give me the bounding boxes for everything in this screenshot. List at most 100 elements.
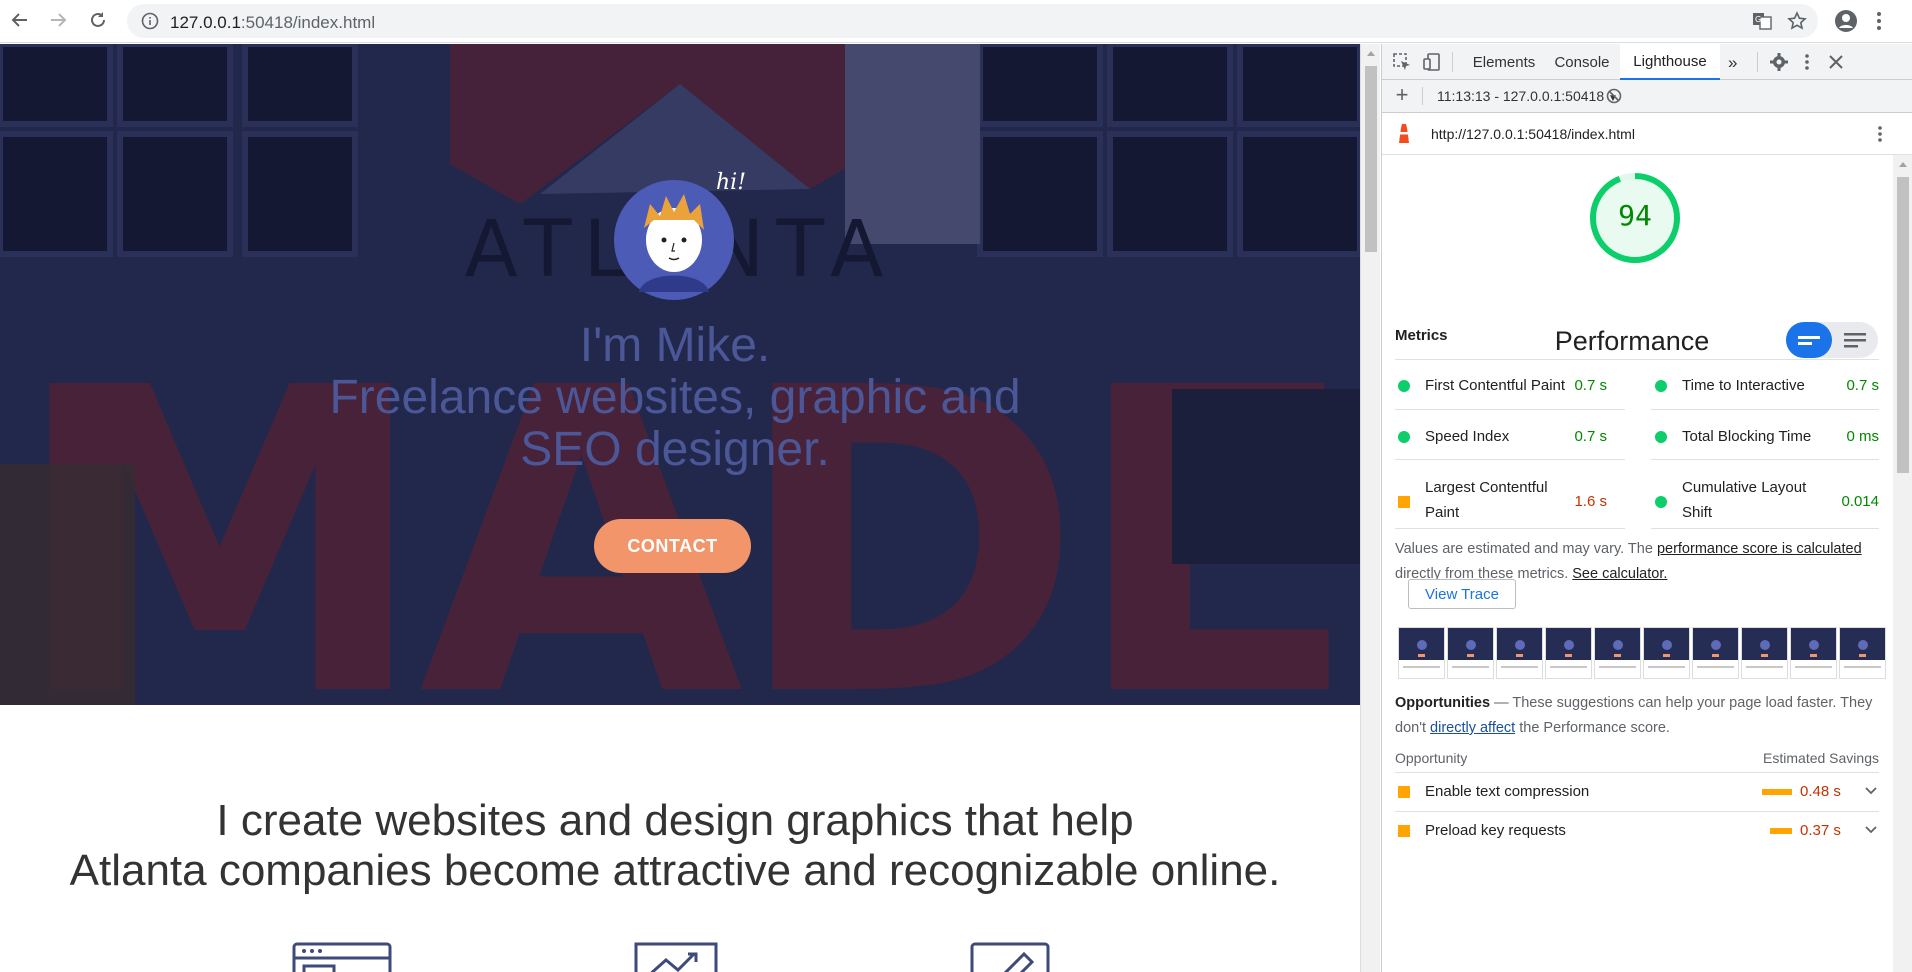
metric-value: 0 ms xyxy=(1846,428,1879,445)
tab-divider xyxy=(1422,87,1423,105)
divider xyxy=(1395,409,1625,410)
filmstrip-frame xyxy=(1594,627,1641,679)
page-scrollbar-thumb[interactable] xyxy=(1365,66,1377,252)
chevron-down-icon[interactable] xyxy=(1864,823,1878,842)
opportunity-name: Enable text compression xyxy=(1425,783,1590,800)
compact-view-icon[interactable] xyxy=(1786,322,1832,358)
about-line: I create websites and design graphics th… xyxy=(216,796,1134,845)
opportunity-column-header: Opportunity xyxy=(1395,750,1468,766)
opportunity-savings: 0.48 s xyxy=(1800,783,1841,800)
savings-bar xyxy=(1762,789,1792,795)
chevron-down-icon[interactable] xyxy=(1864,784,1878,803)
filmstrip-frame xyxy=(1643,627,1690,679)
settings-gear-icon[interactable] xyxy=(1769,52,1789,77)
contact-button[interactable]: CONTACT xyxy=(594,519,751,573)
tab-elements[interactable]: Elements xyxy=(1464,44,1544,80)
info-icon[interactable] xyxy=(141,12,159,35)
metrics-title: Metrics xyxy=(1395,327,1448,344)
more-vert-icon[interactable] xyxy=(1875,10,1883,37)
metric-name: First Contentful Paint xyxy=(1425,377,1566,394)
report-session-select[interactable]: 11:13:13 - 127.0.0.1:50418 ▼ xyxy=(1437,88,1618,104)
metric-value: 0.7 s xyxy=(1846,377,1879,394)
new-report-plus-icon[interactable]: + xyxy=(1391,84,1413,107)
savings-column-header: Estimated Savings xyxy=(1763,750,1879,766)
address-bar[interactable]: 127.0.0.1:50418/index.html G xyxy=(127,4,1818,38)
directly-affect-link[interactable]: directly affect xyxy=(1430,720,1515,736)
divider xyxy=(1395,459,1625,460)
devtools-tabbar: Elements Console Lighthouse » xyxy=(1382,44,1912,80)
translate-icon[interactable]: G xyxy=(1752,12,1772,35)
see-calculator-link[interactable]: See calculator. xyxy=(1572,566,1667,582)
account-icon[interactable] xyxy=(1834,9,1858,38)
tab-console[interactable]: Console xyxy=(1546,44,1618,80)
reload-icon[interactable] xyxy=(86,8,110,32)
opportunity-row[interactable]: Enable text compression 0.48 s xyxy=(1382,773,1893,811)
expanded-view-icon[interactable] xyxy=(1832,322,1878,358)
opportunities-title: Opportunities xyxy=(1395,695,1491,711)
report-scrollbar-thumb[interactable] xyxy=(1897,177,1909,473)
opportunity-name: Preload key requests xyxy=(1425,822,1566,839)
tab-divider xyxy=(1757,52,1758,72)
metric-value: 0.7 s xyxy=(1574,428,1607,445)
hero-headline: I'm Mike. Freelance websites, graphic an… xyxy=(0,320,1350,476)
pass-indicator-icon xyxy=(1655,380,1667,392)
filmstrip-frame xyxy=(1545,627,1592,679)
website-service-icon xyxy=(292,942,392,972)
more-tabs-icon[interactable]: » xyxy=(1728,53,1737,73)
pass-indicator-icon xyxy=(1398,380,1410,392)
about-heading: I create websites and design graphics th… xyxy=(0,796,1350,896)
tab-divider xyxy=(1452,52,1453,72)
divider xyxy=(1395,359,1879,360)
average-indicator-icon xyxy=(1398,786,1410,798)
filmstrip-frame xyxy=(1839,627,1886,679)
metric-name: Total Blocking Time xyxy=(1682,428,1812,445)
device-toolbar-icon[interactable] xyxy=(1422,52,1442,77)
divider xyxy=(1651,409,1879,410)
metric-name: Time to Interactive xyxy=(1682,377,1805,394)
filmstrip xyxy=(1398,627,1893,679)
filmstrip-frame xyxy=(1447,627,1494,679)
divider xyxy=(1651,459,1879,460)
url-text[interactable]: 127.0.0.1:50418/index.html xyxy=(170,13,375,33)
opportunity-savings: 0.37 s xyxy=(1800,822,1841,839)
close-devtools-icon[interactable] xyxy=(1828,54,1844,75)
page-viewport: ATLANTA MADE hi! I'm Mike. Freelance web… xyxy=(0,44,1360,972)
performance-score-gauge[interactable]: 94 xyxy=(1589,172,1681,264)
report-url-bar: http://127.0.0.1:50418/index.html xyxy=(1382,113,1912,155)
browser-toolbar: 127.0.0.1:50418/index.html G xyxy=(0,0,1912,43)
opportunity-row[interactable]: Preload key requests 0.37 s xyxy=(1382,812,1893,850)
filmstrip-frame xyxy=(1692,627,1739,679)
tab-lighthouse[interactable]: Lighthouse xyxy=(1620,44,1720,80)
metric-value: 0.7 s xyxy=(1574,377,1607,394)
view-trace-button[interactable]: View Trace xyxy=(1408,579,1516,609)
devtools-panel: Elements Console Lighthouse » + 11:13:13… xyxy=(1381,44,1912,972)
forward-arrow-icon[interactable] xyxy=(46,8,70,32)
divider xyxy=(1651,528,1879,529)
headline-line: I'm Mike. xyxy=(579,319,771,372)
hi-speech-text: hi! xyxy=(716,170,747,195)
savings-bar xyxy=(1770,828,1792,834)
metric-value: 0.014 xyxy=(1841,493,1879,510)
metric-name: Cumulative Layout Shift xyxy=(1682,479,1807,521)
lighthouse-logo-icon xyxy=(1396,124,1412,149)
metric-value: 1.6 s xyxy=(1574,493,1607,510)
headline-line: Freelance websites, graphic and xyxy=(329,371,1021,424)
average-indicator-icon xyxy=(1398,825,1410,837)
lighthouse-report: 94 Performance Metrics First Contentful … xyxy=(1382,155,1893,972)
average-indicator-icon xyxy=(1398,496,1410,508)
back-arrow-icon[interactable] xyxy=(8,8,32,32)
report-menu-icon[interactable] xyxy=(1876,125,1884,148)
star-icon[interactable] xyxy=(1787,11,1807,36)
inspect-element-icon[interactable] xyxy=(1392,52,1412,77)
note-text: Values are estimated and may vary. The xyxy=(1395,541,1657,557)
headline-line: SEO designer. xyxy=(520,423,830,476)
lighthouse-toolbar: + 11:13:13 - 127.0.0.1:50418 ▼ xyxy=(1382,80,1912,113)
clear-reports-icon[interactable] xyxy=(1606,88,1622,109)
score-calculated-link[interactable]: performance score is calculated xyxy=(1657,541,1862,557)
devtools-menu-icon[interactable] xyxy=(1803,53,1811,76)
score-value: 94 xyxy=(1618,199,1652,232)
report-scrollbar[interactable] xyxy=(1893,155,1912,972)
page-scrollbar[interactable] xyxy=(1360,44,1380,972)
metrics-view-toggle[interactable] xyxy=(1786,322,1878,358)
metric-name: Speed Index xyxy=(1425,428,1510,445)
